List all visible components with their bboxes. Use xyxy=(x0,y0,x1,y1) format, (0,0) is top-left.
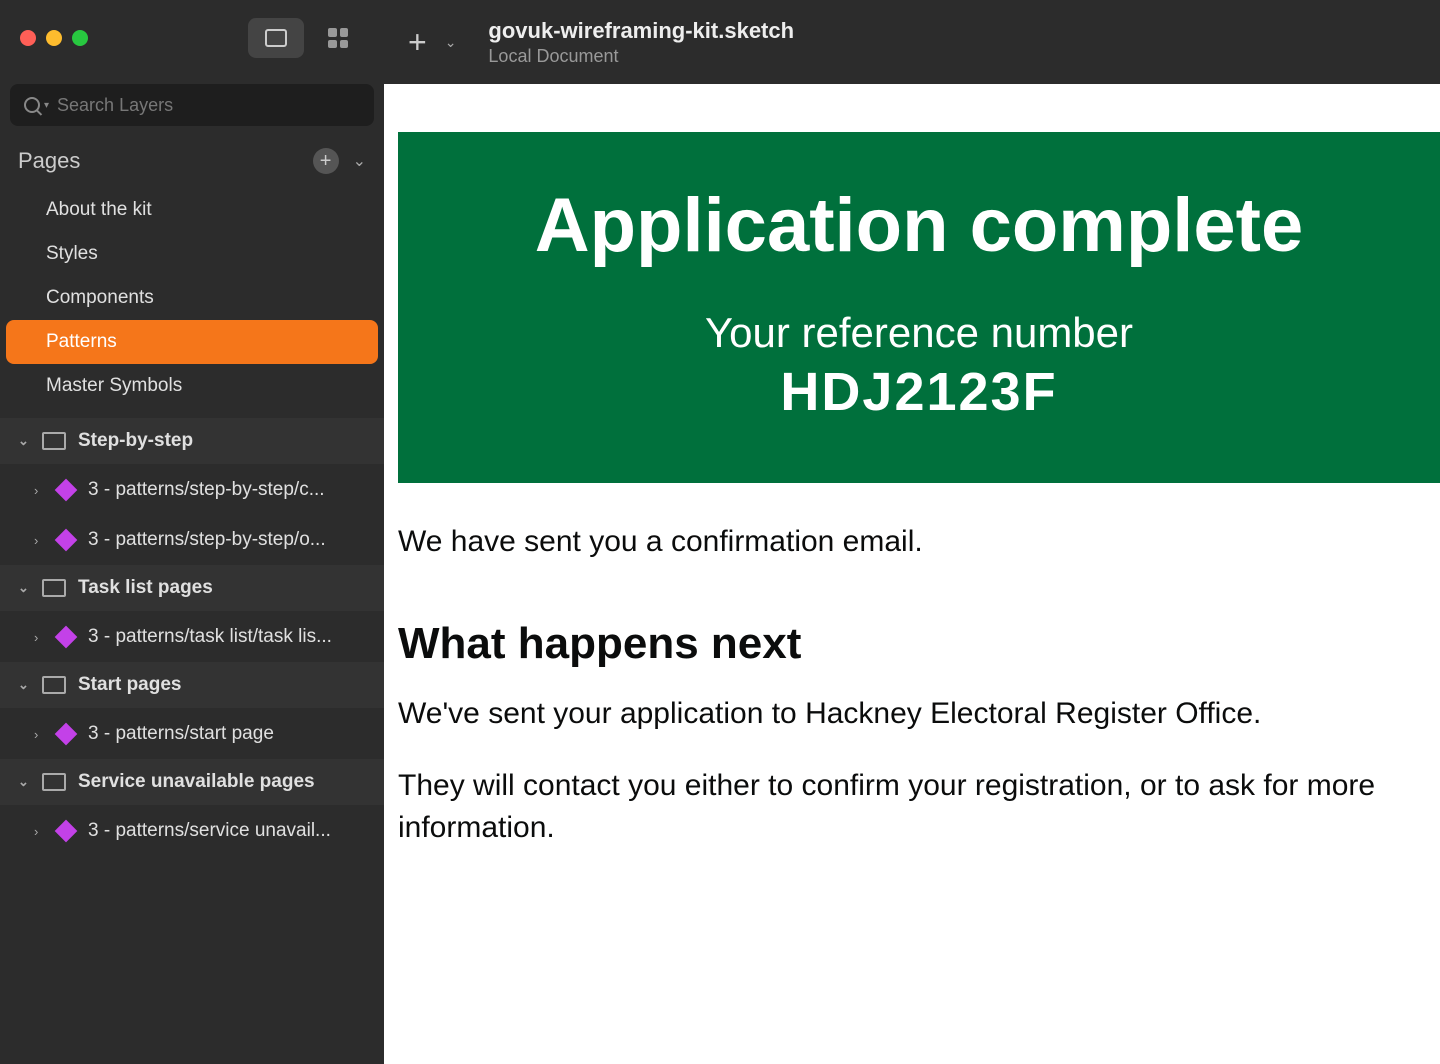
document-title: govuk-wireframing-kit.sketch xyxy=(488,18,794,44)
canvas-view-button[interactable] xyxy=(248,18,304,58)
layer-group-start-pages[interactable]: ⌄ Start pages xyxy=(0,662,384,709)
symbol-icon xyxy=(55,479,78,502)
symbol-icon xyxy=(55,529,78,552)
search-dropdown-caret[interactable]: ▾ xyxy=(44,100,49,111)
insert-button[interactable]: + xyxy=(408,24,427,61)
chevron-right-icon: › xyxy=(34,727,44,742)
panel-title: Application complete xyxy=(438,182,1400,269)
search-icon xyxy=(24,97,40,113)
titlebar xyxy=(0,0,384,76)
layer-group-label: Start pages xyxy=(78,674,181,696)
components-view-button[interactable] xyxy=(310,18,366,58)
chevron-down-icon: ⌄ xyxy=(18,433,30,449)
layer-label: 3 - patterns/task list/task lis... xyxy=(88,626,332,648)
view-toggle xyxy=(248,18,366,58)
body-paragraph: They will contact you either to confirm … xyxy=(398,765,1440,849)
layer-group-label: Service unavailable pages xyxy=(78,771,315,793)
layer-group-label: Task list pages xyxy=(78,577,213,599)
layer-item[interactable]: › 3 - patterns/step-by-step/o... xyxy=(0,515,384,565)
main-area: + ⌄ govuk-wireframing-kit.sketch Local D… xyxy=(384,0,1440,1064)
search-input[interactable] xyxy=(57,95,360,116)
search-bar[interactable]: ▾ xyxy=(10,84,374,126)
chevron-right-icon: › xyxy=(34,630,44,645)
symbol-icon xyxy=(55,626,78,649)
document-title-wrap[interactable]: govuk-wireframing-kit.sketch Local Docum… xyxy=(488,18,794,67)
insert-dropdown-caret[interactable]: ⌄ xyxy=(445,34,457,51)
pages-section-header: Pages + ⌄ xyxy=(0,134,384,188)
minimize-window-button[interactable] xyxy=(46,30,62,46)
page-item-about[interactable]: About the kit xyxy=(6,188,378,232)
chevron-down-icon: ⌄ xyxy=(18,580,30,596)
next-steps-heading: What happens next xyxy=(398,619,1440,669)
search-container: ▾ xyxy=(0,76,384,134)
document-subtitle: Local Document xyxy=(488,46,794,67)
chevron-right-icon: › xyxy=(34,483,44,498)
chevron-right-icon: › xyxy=(34,824,44,839)
page-item-master-symbols[interactable]: Master Symbols xyxy=(6,364,378,408)
pages-title: Pages xyxy=(18,148,80,174)
collapse-pages-button[interactable]: ⌄ xyxy=(353,151,366,171)
layer-group-task-list[interactable]: ⌄ Task list pages xyxy=(0,565,384,612)
chevron-down-icon: ⌄ xyxy=(18,774,30,790)
body-paragraph: We've sent your application to Hackney E… xyxy=(398,693,1440,735)
confirmation-panel: Application complete Your reference numb… xyxy=(398,132,1440,483)
layer-group-step-by-step[interactable]: ⌄ Step-by-step xyxy=(0,418,384,465)
page-item-patterns[interactable]: Patterns xyxy=(6,320,378,364)
canvas-viewport[interactable]: Application complete Your reference numb… xyxy=(384,84,1440,1064)
confirmation-text: We have sent you a confirmation email. xyxy=(398,525,1440,559)
layer-group-service-unavailable[interactable]: ⌄ Service unavailable pages xyxy=(0,759,384,806)
page-item-styles[interactable]: Styles xyxy=(6,232,378,276)
layer-label: 3 - patterns/service unavail... xyxy=(88,820,331,842)
add-page-button[interactable]: + xyxy=(313,148,339,174)
layer-item[interactable]: › 3 - patterns/task list/task lis... xyxy=(0,612,384,662)
symbol-icon xyxy=(55,820,78,843)
page-item-components[interactable]: Components xyxy=(6,276,378,320)
maximize-window-button[interactable] xyxy=(72,30,88,46)
layer-item[interactable]: › 3 - patterns/step-by-step/c... xyxy=(0,465,384,515)
chevron-down-icon: ⌄ xyxy=(18,677,30,693)
grid-icon xyxy=(328,28,348,48)
layer-label: 3 - patterns/start page xyxy=(88,723,274,745)
layer-item[interactable]: › 3 - patterns/start page xyxy=(0,709,384,759)
close-window-button[interactable] xyxy=(20,30,36,46)
layer-label: 3 - patterns/step-by-step/o... xyxy=(88,529,326,551)
panel-reference-number: HDJ2123F xyxy=(438,361,1400,423)
document-topbar: + ⌄ govuk-wireframing-kit.sketch Local D… xyxy=(384,0,1440,84)
artboard-icon xyxy=(42,579,66,597)
artboard-icon xyxy=(42,676,66,694)
traffic-lights xyxy=(20,30,88,46)
canvas-icon xyxy=(265,29,287,47)
symbol-icon xyxy=(55,723,78,746)
layer-group-label: Step-by-step xyxy=(78,430,193,452)
artboard-icon xyxy=(42,432,66,450)
artboard-icon xyxy=(42,773,66,791)
panel-reference-label: Your reference number xyxy=(438,309,1400,357)
chevron-right-icon: › xyxy=(34,533,44,548)
pages-actions: + ⌄ xyxy=(313,148,366,174)
sidebar: ▾ Pages + ⌄ About the kit Styles Compone… xyxy=(0,0,384,1064)
layer-item[interactable]: › 3 - patterns/service unavail... xyxy=(0,806,384,856)
layer-label: 3 - patterns/step-by-step/c... xyxy=(88,479,325,501)
